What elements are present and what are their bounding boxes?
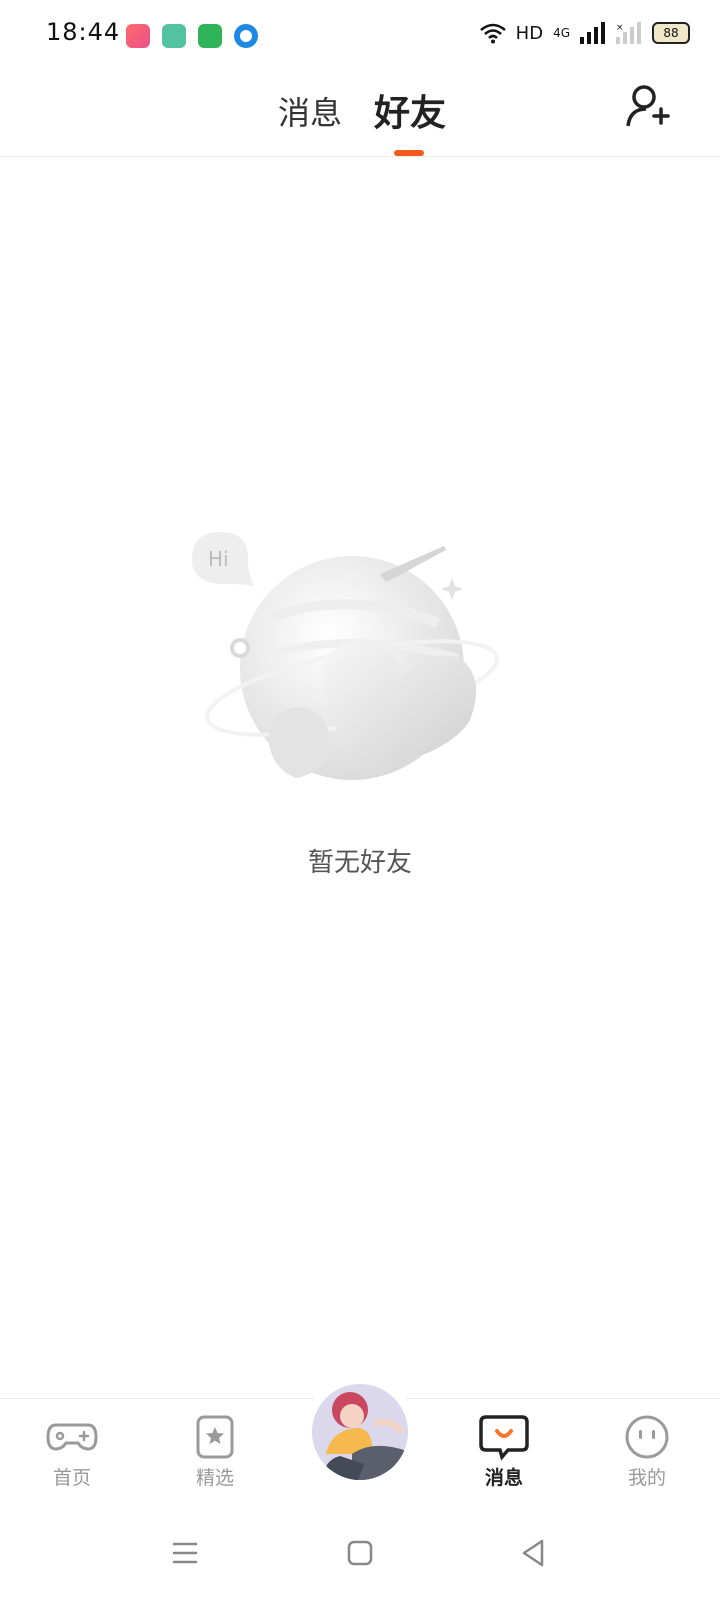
nav-item-featured[interactable]: 精选 bbox=[170, 1413, 260, 1490]
hi-bubble-text: Hi bbox=[208, 547, 229, 571]
add-friend-icon[interactable] bbox=[624, 82, 672, 130]
sparkle-icon bbox=[441, 578, 463, 600]
top-tab-bar: 消息 好友 bbox=[0, 72, 720, 157]
chat-bubble-icon bbox=[479, 1415, 529, 1461]
active-tab-indicator bbox=[394, 150, 424, 156]
empty-state-message: 暂无好友 bbox=[307, 848, 412, 878]
system-navigation-bar bbox=[0, 1508, 720, 1600]
store-icon bbox=[198, 24, 222, 48]
nav-label-mine: 我的 bbox=[627, 1467, 666, 1489]
nav-item-messages[interactable]: 消息 bbox=[459, 1413, 549, 1490]
nav-label-messages: 消息 bbox=[459, 1463, 549, 1490]
tab-friends[interactable]: 好友 bbox=[374, 84, 446, 136]
app-dot-icon bbox=[234, 24, 258, 48]
gallery-icon bbox=[162, 24, 186, 48]
status-indicators: HD 4G × 88 bbox=[479, 22, 690, 44]
nav-label-featured: 精选 bbox=[195, 1467, 234, 1489]
network-type: HD bbox=[515, 22, 544, 44]
svg-text:×: × bbox=[616, 23, 624, 33]
tab-messages[interactable]: 消息 bbox=[278, 88, 342, 134]
status-time: 18:44 bbox=[46, 18, 121, 46]
battery-indicator: 88 bbox=[652, 22, 690, 44]
empty-friends-illustration: Hi bbox=[192, 532, 499, 780]
signal-bars-icon bbox=[580, 22, 605, 44]
home-square-icon[interactable] bbox=[343, 1536, 377, 1570]
no-signal-icon: × bbox=[616, 22, 641, 44]
menu-icon[interactable] bbox=[168, 1536, 202, 1570]
signal-type: 4G bbox=[553, 26, 570, 40]
wifi-icon bbox=[479, 23, 506, 44]
nav-item-home[interactable]: 首页 bbox=[27, 1413, 117, 1490]
qq-icon bbox=[126, 24, 150, 48]
status-bar: 18:44 HD 4G × 88 bbox=[0, 0, 720, 72]
nav-label-home: 首页 bbox=[52, 1467, 91, 1489]
back-triangle-icon[interactable] bbox=[516, 1536, 550, 1570]
face-icon bbox=[625, 1415, 669, 1459]
gamepad-icon bbox=[46, 1423, 98, 1451]
center-avatar-button[interactable] bbox=[304, 1376, 416, 1488]
star-card-icon bbox=[196, 1415, 234, 1459]
avatar bbox=[312, 1384, 408, 1480]
notification-app-icons bbox=[126, 24, 258, 48]
nav-item-mine[interactable]: 我的 bbox=[602, 1413, 692, 1490]
